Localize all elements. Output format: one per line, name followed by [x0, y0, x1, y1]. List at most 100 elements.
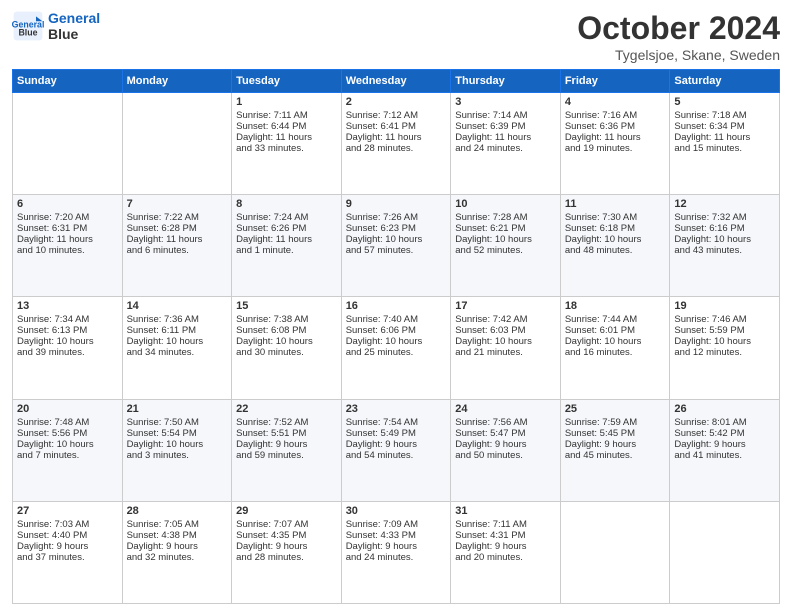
- day-info: Sunrise: 8:01 AM: [674, 417, 775, 428]
- day-info: and 45 minutes.: [565, 450, 666, 461]
- day-info: Sunrise: 7:36 AM: [127, 314, 228, 325]
- day-info: Daylight: 11 hours: [565, 132, 666, 143]
- calendar-cell: 21Sunrise: 7:50 AMSunset: 5:54 PMDayligh…: [122, 399, 232, 501]
- calendar-cell: 5Sunrise: 7:18 AMSunset: 6:34 PMDaylight…: [670, 93, 780, 195]
- day-info: Sunrise: 7:24 AM: [236, 212, 337, 223]
- day-info: Sunset: 6:18 PM: [565, 223, 666, 234]
- title-block: October 2024 Tygelsjoe, Skane, Sweden: [577, 10, 780, 63]
- calendar-cell: 17Sunrise: 7:42 AMSunset: 6:03 PMDayligh…: [451, 297, 561, 399]
- day-info: Daylight: 10 hours: [346, 234, 447, 245]
- calendar-cell: 2Sunrise: 7:12 AMSunset: 6:41 PMDaylight…: [341, 93, 451, 195]
- page: General Blue General Blue October 2024 T…: [0, 0, 792, 612]
- day-info: Daylight: 9 hours: [236, 541, 337, 552]
- day-info: Sunrise: 7:40 AM: [346, 314, 447, 325]
- day-info: and 20 minutes.: [455, 552, 556, 563]
- day-info: Sunset: 6:16 PM: [674, 223, 775, 234]
- day-info: and 43 minutes.: [674, 245, 775, 256]
- day-info: and 32 minutes.: [127, 552, 228, 563]
- day-info: Daylight: 11 hours: [674, 132, 775, 143]
- calendar-cell: 24Sunrise: 7:56 AMSunset: 5:47 PMDayligh…: [451, 399, 561, 501]
- day-number: 14: [127, 300, 228, 312]
- day-number: 16: [346, 300, 447, 312]
- calendar-cell: 10Sunrise: 7:28 AMSunset: 6:21 PMDayligh…: [451, 195, 561, 297]
- day-info: and 12 minutes.: [674, 347, 775, 358]
- day-info: Daylight: 10 hours: [17, 336, 118, 347]
- day-info: and 28 minutes.: [346, 143, 447, 154]
- day-number: 3: [455, 96, 556, 108]
- day-number: 21: [127, 403, 228, 415]
- calendar-table: SundayMondayTuesdayWednesdayThursdayFrid…: [12, 69, 780, 604]
- calendar-cell: 16Sunrise: 7:40 AMSunset: 6:06 PMDayligh…: [341, 297, 451, 399]
- calendar-cell: [122, 93, 232, 195]
- day-info: Daylight: 10 hours: [455, 234, 556, 245]
- day-info: Sunrise: 7:05 AM: [127, 519, 228, 530]
- day-info: and 6 minutes.: [127, 245, 228, 256]
- day-info: and 41 minutes.: [674, 450, 775, 461]
- day-info: Daylight: 10 hours: [127, 336, 228, 347]
- day-number: 2: [346, 96, 447, 108]
- calendar-cell: [670, 501, 780, 603]
- day-info: Daylight: 10 hours: [565, 234, 666, 245]
- day-info: and 24 minutes.: [455, 143, 556, 154]
- calendar-cell: 26 Sunrise: 8:01 AMSunset: 5:42 PMDayligh…: [670, 399, 780, 501]
- calendar-cell: 27Sunrise: 7:03 AMSunset: 4:40 PMDayligh…: [13, 501, 123, 603]
- calendar-week-3: 13Sunrise: 7:34 AMSunset: 6:13 PMDayligh…: [13, 297, 780, 399]
- day-info: Sunset: 6:28 PM: [127, 223, 228, 234]
- day-number: 18: [565, 300, 666, 312]
- day-info: Sunset: 5:56 PM: [17, 428, 118, 439]
- day-info: Sunset: 6:31 PM: [17, 223, 118, 234]
- day-info: Sunset: 4:40 PM: [17, 530, 118, 541]
- day-info: Sunrise: 7:16 AM: [565, 110, 666, 121]
- day-info: Sunrise: 7:59 AM: [565, 417, 666, 428]
- day-info: Daylight: 10 hours: [674, 234, 775, 245]
- day-number: 26: [674, 403, 775, 415]
- day-info: and 7 minutes.: [17, 450, 118, 461]
- day-info: and 59 minutes.: [236, 450, 337, 461]
- day-info: Sunrise: 7:03 AM: [17, 519, 118, 530]
- calendar-cell: 23Sunrise: 7:54 AMSunset: 5:49 PMDayligh…: [341, 399, 451, 501]
- day-info: Sunset: 4:33 PM: [346, 530, 447, 541]
- day-info: Daylight: 9 hours: [346, 541, 447, 552]
- day-info: Sunrise: 7:14 AM: [455, 110, 556, 121]
- day-info: and 33 minutes.: [236, 143, 337, 154]
- day-info: Sunrise: 7:54 AM: [346, 417, 447, 428]
- day-number: 8: [236, 198, 337, 210]
- calendar-header-row: SundayMondayTuesdayWednesdayThursdayFrid…: [13, 70, 780, 93]
- day-info: Daylight: 10 hours: [127, 439, 228, 450]
- day-number: 12: [674, 198, 775, 210]
- logo-icon: General Blue: [12, 10, 44, 42]
- day-number: 28: [127, 505, 228, 517]
- day-info: and 15 minutes.: [674, 143, 775, 154]
- day-info: and 52 minutes.: [455, 245, 556, 256]
- day-info: Sunset: 5:42 PM: [674, 428, 775, 439]
- column-header-friday: Friday: [560, 70, 670, 93]
- day-info: and 34 minutes.: [127, 347, 228, 358]
- day-number: 24: [455, 403, 556, 415]
- calendar-cell: 15Sunrise: 7:38 AMSunset: 6:08 PMDayligh…: [232, 297, 342, 399]
- day-number: 6: [17, 198, 118, 210]
- day-info: Sunset: 6:21 PM: [455, 223, 556, 234]
- day-info: Daylight: 10 hours: [17, 439, 118, 450]
- day-info: Sunset: 4:35 PM: [236, 530, 337, 541]
- day-info: Daylight: 9 hours: [674, 439, 775, 450]
- day-info: and 37 minutes.: [17, 552, 118, 563]
- calendar-cell: 11Sunrise: 7:30 AMSunset: 6:18 PMDayligh…: [560, 195, 670, 297]
- day-info: Sunrise: 7:44 AM: [565, 314, 666, 325]
- day-number: 9: [346, 198, 447, 210]
- calendar-week-2: 6Sunrise: 7:20 AMSunset: 6:31 PMDaylight…: [13, 195, 780, 297]
- day-info: Daylight: 11 hours: [17, 234, 118, 245]
- day-number: 10: [455, 198, 556, 210]
- calendar-cell: 6Sunrise: 7:20 AMSunset: 6:31 PMDaylight…: [13, 195, 123, 297]
- day-info: Sunrise: 7:38 AM: [236, 314, 337, 325]
- day-number: 4: [565, 96, 666, 108]
- day-info: Sunset: 4:38 PM: [127, 530, 228, 541]
- day-info: Sunset: 6:41 PM: [346, 121, 447, 132]
- day-info: Daylight: 11 hours: [127, 234, 228, 245]
- day-info: and 30 minutes.: [236, 347, 337, 358]
- calendar-cell: 7Sunrise: 7:22 AMSunset: 6:28 PMDaylight…: [122, 195, 232, 297]
- calendar-cell: 13Sunrise: 7:34 AMSunset: 6:13 PMDayligh…: [13, 297, 123, 399]
- day-info: Daylight: 9 hours: [455, 439, 556, 450]
- day-info: and 48 minutes.: [565, 245, 666, 256]
- column-header-sunday: Sunday: [13, 70, 123, 93]
- calendar-cell: [560, 501, 670, 603]
